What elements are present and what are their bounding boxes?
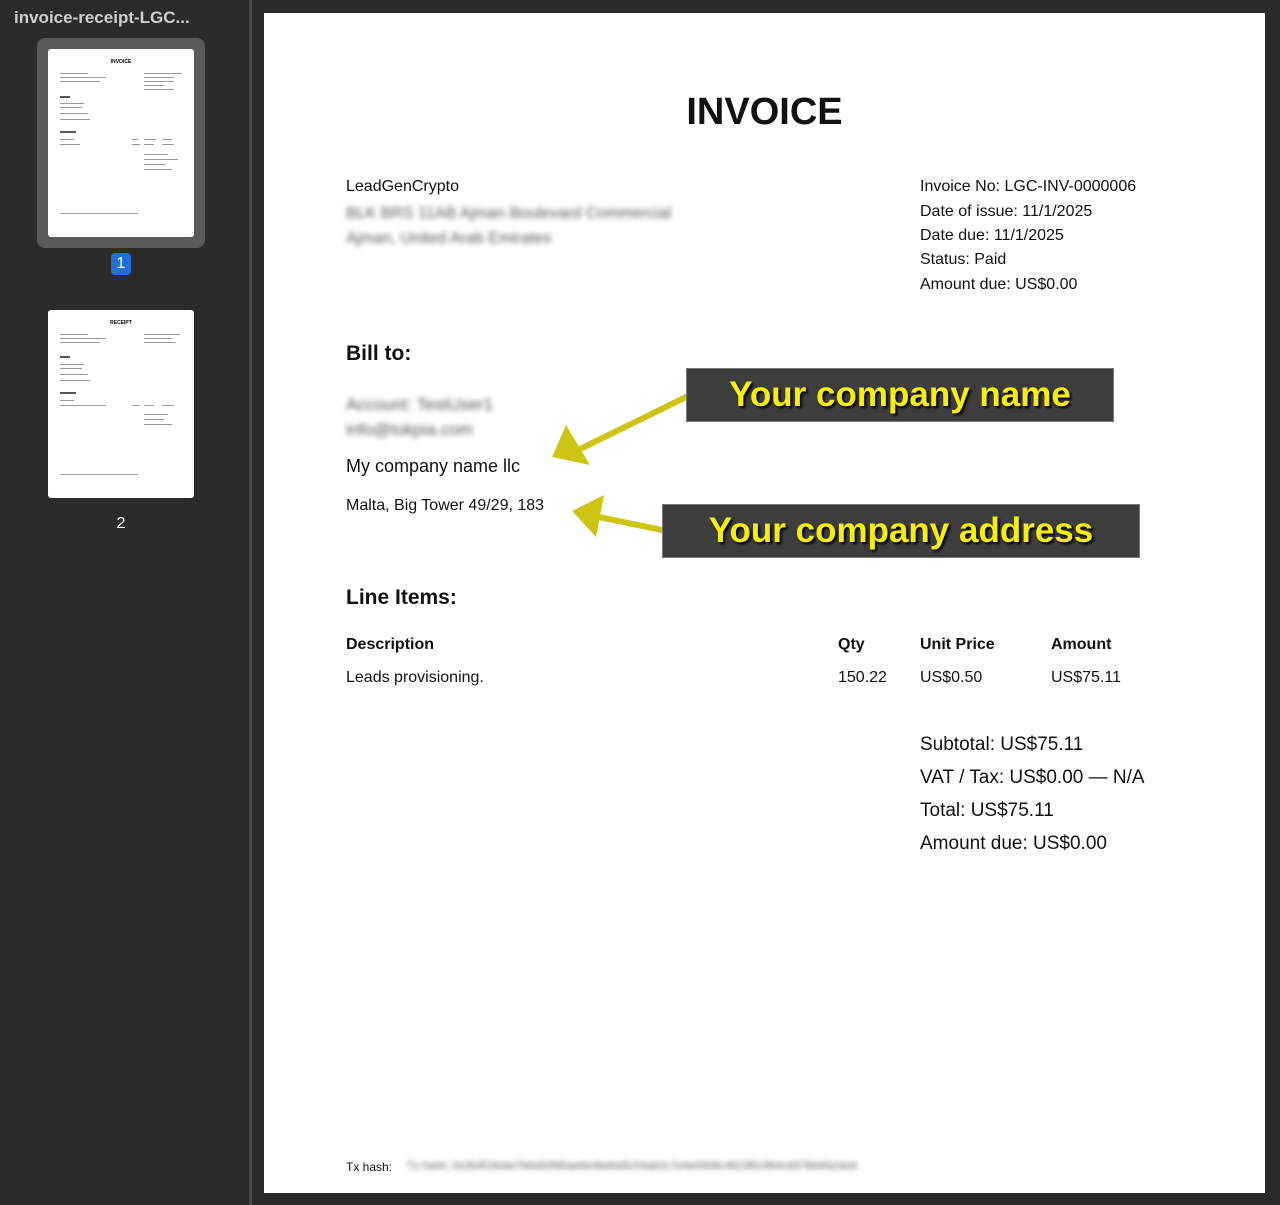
thumbnail-image: RECEIPT (48, 310, 194, 498)
line-items-heading: Line Items: (346, 586, 457, 609)
arrowhead-company-name-icon (552, 425, 590, 465)
arrow-to-company-address (591, 513, 665, 533)
invoice-number: Invoice No: LGC-INV-0000006 (920, 178, 1137, 195)
date-due: Date due: 11/1/2025 (920, 227, 1064, 244)
row-unit-price: US$0.50 (920, 669, 983, 686)
invoice-title: INVOICE (686, 91, 843, 133)
vat-tax: VAT / Tax: US$0.00 — N/A (920, 767, 1145, 788)
arrow-to-company-name (573, 394, 689, 454)
col-amount: Amount (1051, 636, 1112, 653)
row-amount: US$75.11 (1051, 669, 1121, 686)
bill-to-account: Account: TestUser1 (346, 395, 494, 414)
subtotal: Subtotal: US$75.11 (920, 734, 1084, 755)
tx-hash-label: Tx hash: (346, 1160, 393, 1174)
thumbnail-image: INVOICE (48, 49, 194, 237)
arrowhead-company-address-icon (572, 495, 604, 537)
bill-to-heading: Bill to: (346, 342, 412, 365)
seller-name: LeadGenCrypto (346, 178, 459, 195)
callout-company-name: Your company name (686, 368, 1114, 422)
callout-company-address: Your company address (662, 504, 1140, 558)
amount-due-total: Amount due: US$0.00 (920, 833, 1107, 854)
seller-address-line2: Ajman, United Arab Emirates (346, 230, 552, 247)
page-thumbnail-2[interactable]: RECEIPT (37, 299, 205, 509)
seller-address-line1: BLK BRS 11AB Ajman Boulevard Commercial (346, 205, 672, 222)
page-number-2[interactable]: 2 (111, 513, 131, 535)
document-viewer[interactable]: INVOICE LeadGenCrypto BLK BRS 11AB Ajman… (252, 0, 1280, 1205)
col-qty: Qty (838, 636, 865, 653)
status: Status: Paid (920, 251, 1007, 268)
bill-to-address: Malta, Big Tower 49/29, 183 (346, 497, 545, 514)
page-thumbnail-1[interactable]: INVOICE (37, 38, 205, 248)
col-unit-price: Unit Price (920, 636, 995, 653)
row-description: Leads provisioning. (346, 669, 484, 686)
row-qty: 150.22 (838, 669, 887, 686)
tx-hash-value: Tx hash: 0x2b4f19cbe7b6a92fd0ae6e4bd4a5c… (407, 1160, 858, 1172)
total: Total: US$75.11 (920, 800, 1054, 821)
page-number-1[interactable]: 1 (111, 253, 131, 275)
thumbnail-sidebar: invoice-receipt-LGC... INVOICE 1 RECEIPT… (0, 0, 249, 1205)
bill-to-email: info@tokpia.com (346, 420, 473, 439)
col-description: Description (346, 636, 435, 653)
date-of-issue: Date of issue: 11/1/2025 (920, 203, 1093, 220)
invoice-page: INVOICE LeadGenCrypto BLK BRS 11AB Ajman… (264, 13, 1265, 1193)
file-title: invoice-receipt-LGC... (14, 8, 190, 27)
amount-due-header: Amount due: US$0.00 (920, 276, 1078, 293)
bill-to-company: My company name llc (346, 456, 521, 476)
